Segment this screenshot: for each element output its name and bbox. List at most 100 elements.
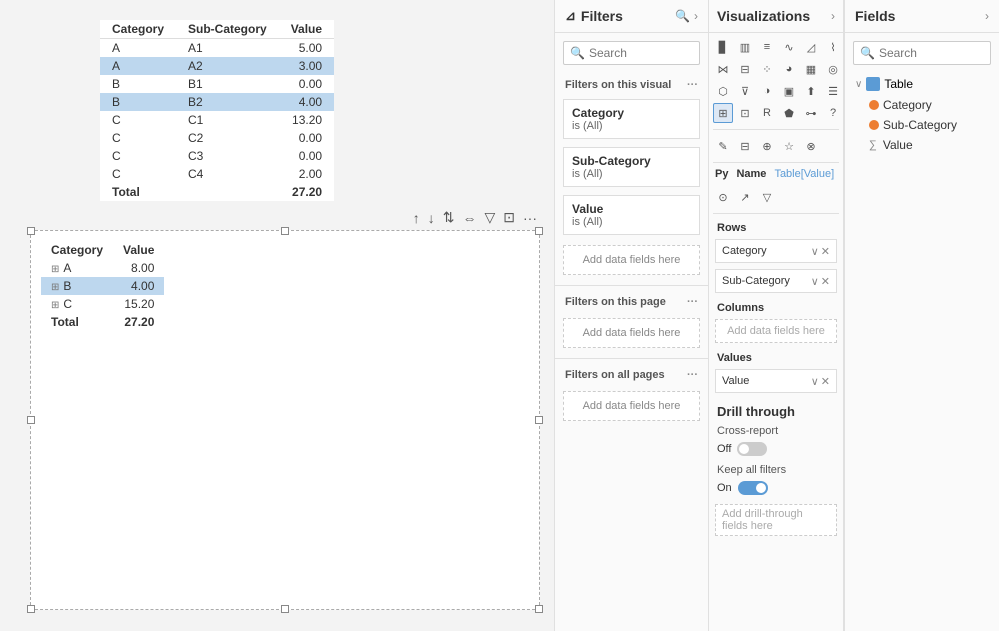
resize-handle-br[interactable] [535, 605, 543, 613]
fields-panel-collapse-icon[interactable]: › [985, 9, 989, 23]
viz-icon-hbar[interactable]: ≡ [757, 37, 777, 57]
viz-icon-funnel[interactable]: ⊽ [735, 81, 755, 101]
viz-icon-r-visual[interactable]: R [757, 103, 777, 123]
viz-icon-gauge[interactable]: ◑ [757, 81, 777, 101]
field-item-category[interactable]: Category [845, 95, 999, 115]
viz-icon-slicer[interactable]: ☰ [823, 81, 843, 101]
viz-divider-3 [713, 213, 839, 214]
viz-icon-azure-map[interactable]: ⬟ [779, 103, 799, 123]
viz-icon-ribbon[interactable]: ⋈ [713, 59, 733, 79]
viz-icon-custom3[interactable]: ⊗ [801, 136, 821, 156]
resize-handle-bm[interactable] [281, 605, 289, 613]
fields-search-box[interactable]: 🔍 [853, 41, 991, 65]
cross-report-toggle[interactable] [737, 442, 767, 456]
filter-card-value-sub: is (All) [572, 216, 691, 228]
name-label[interactable]: Name [736, 168, 766, 180]
resize-handle-ml[interactable] [27, 416, 35, 424]
viz-icon-map[interactable]: ◎ [823, 59, 843, 79]
viz-icon-treemap[interactable]: ▦ [801, 59, 821, 79]
viz-row-field-subcategory[interactable]: Sub-Category ∨ ✕ [715, 269, 837, 293]
viz-icon-smart-narr[interactable]: ✎ [713, 136, 733, 156]
viz-icon-table[interactable]: ⊞ [713, 103, 733, 123]
viz-icon-combo[interactable]: ⌇ [823, 37, 843, 57]
viz-icon-waterfall[interactable]: ⊟ [735, 59, 755, 79]
cell-sub: A1 [176, 39, 279, 58]
drill-up-icon[interactable]: ↑ [411, 208, 422, 228]
add-fields-visual[interactable]: Add data fields here [563, 245, 700, 275]
viz-icon-stacked-bar[interactable]: ▥ [735, 37, 755, 57]
viz-icon-custom1[interactable]: ⊕ [757, 136, 777, 156]
remove-field-icon[interactable]: ✕ [821, 375, 830, 388]
footer-label: Total [100, 183, 279, 201]
filter-card-category[interactable]: Category is (All) [563, 99, 700, 139]
keep-all-toggle[interactable] [738, 481, 768, 495]
py-label[interactable]: Py [715, 168, 728, 180]
filters-visual-more[interactable]: ··· [687, 79, 698, 91]
table-value-label[interactable]: Table[Value] [774, 168, 834, 180]
filters-on-visual-header: Filters on this visual ··· [555, 73, 708, 95]
cell-sub: B2 [176, 93, 279, 111]
focus-icon[interactable]: ⊡ [501, 207, 517, 228]
filter-card-subcategory[interactable]: Sub-Category is (All) [563, 147, 700, 187]
viz-icon-decomp-tree[interactable]: ⊶ [801, 103, 821, 123]
resize-handle-tm[interactable] [281, 227, 289, 235]
cell-val: 4.00 [279, 93, 334, 111]
viz-filter2-icon[interactable]: ▽ [757, 187, 777, 207]
cell-cat: A [100, 57, 176, 75]
fields-table-header[interactable]: ∨ Table [845, 73, 999, 95]
filter-close-icon[interactable]: › [694, 9, 698, 23]
viz-icon-bar[interactable]: ▊ [713, 37, 733, 57]
viz-icon-line[interactable]: ∿ [779, 37, 799, 57]
viz-format-icon[interactable]: ⊙ [713, 187, 733, 207]
resize-handle-bl[interactable] [27, 605, 35, 613]
field-item-value[interactable]: ∑ Value [845, 135, 999, 155]
filters-search-box[interactable]: 🔍 [563, 41, 700, 65]
resize-handle-tl[interactable] [27, 227, 35, 235]
col-header-category: Category [100, 20, 176, 39]
chevron-down-icon[interactable]: ∨ [811, 275, 819, 288]
chevron-down-icon[interactable]: ∨ [811, 375, 819, 388]
row-field-subcategory-name: Sub-Category [722, 275, 790, 287]
fields-search-icon: 🔍 [860, 46, 875, 60]
filter-card-value[interactable]: Value is (All) [563, 195, 700, 235]
drill-down-icon[interactable]: ↓ [426, 208, 437, 228]
add-drill-area[interactable]: Add drill-through fields here [715, 504, 837, 536]
resize-handle-tr[interactable] [535, 227, 543, 235]
resize-handle-mr[interactable] [535, 416, 543, 424]
viz-panel-collapse-icon[interactable]: › [831, 9, 835, 23]
expand-icon[interactable]: ⇅ [441, 207, 457, 228]
chevron-down-icon[interactable]: ∨ [811, 245, 819, 258]
filter-icon[interactable]: ▽ [482, 207, 497, 228]
add-fields-page[interactable]: Add data fields here [563, 318, 700, 348]
field-item-subcategory[interactable]: Sub-Category [845, 115, 999, 135]
viz-icon-custom2[interactable]: ☆ [779, 136, 799, 156]
cell-cat: B [100, 75, 176, 93]
filters-page-more[interactable]: ··· [687, 296, 698, 308]
viz-icon-paginated[interactable]: ⊟ [735, 136, 755, 156]
viz-row-field-category[interactable]: Category ∨ ✕ [715, 239, 837, 263]
col-header-value: Value [279, 20, 334, 39]
viz-icon-area[interactable]: ◿ [801, 37, 821, 57]
more-icon[interactable]: ··· [521, 208, 539, 228]
viz-icon-matrix[interactable]: ⊡ [735, 103, 755, 123]
collapse-icon[interactable]: ⇔ [460, 208, 478, 228]
add-columns-area[interactable]: Add data fields here [715, 319, 837, 343]
viz-icon-pie[interactable]: ◕ [779, 59, 799, 79]
viz-icon-card[interactable]: ▣ [779, 81, 799, 101]
filter-funnel-icon: ⊿ [565, 8, 576, 24]
viz-icon-qa[interactable]: ? [823, 103, 843, 123]
matrix-col-header-category: Category [41, 241, 113, 259]
filter-search-icon[interactable]: 🔍 [675, 9, 690, 23]
filters-search-input[interactable] [589, 46, 709, 60]
viz-analytics-icon[interactable]: ↗ [735, 187, 755, 207]
matrix-cell-cat: ⊞C [41, 295, 113, 313]
add-fields-all[interactable]: Add data fields here [563, 391, 700, 421]
fields-search-input[interactable] [879, 46, 999, 60]
viz-icon-scatter[interactable]: ⁘ [757, 59, 777, 79]
viz-icon-kpi[interactable]: ⬆ [801, 81, 821, 101]
remove-field-icon[interactable]: ✕ [821, 245, 830, 258]
viz-values-field[interactable]: Value ∨ ✕ [715, 369, 837, 393]
viz-icon-filled-map[interactable]: ⬡ [713, 81, 733, 101]
filters-all-more[interactable]: ··· [687, 369, 698, 381]
remove-field-icon[interactable]: ✕ [821, 275, 830, 288]
